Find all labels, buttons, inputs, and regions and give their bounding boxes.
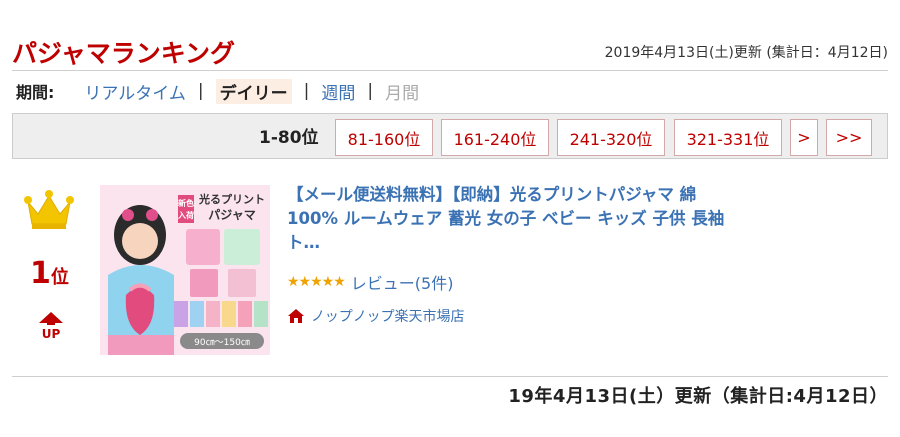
crown-icon <box>24 190 74 229</box>
star-rating-icon: ★★★★★ <box>287 274 346 290</box>
image-headline-1: 光るプリント <box>198 192 265 206</box>
image-badge-text-1: 新色 <box>178 198 194 208</box>
page-next-button[interactable]: > <box>790 119 818 156</box>
page-link-321-331[interactable]: 321-331位 <box>674 119 782 156</box>
shop-info: ノップノップ楽天市場店 <box>287 306 464 326</box>
footer-update-date: 19年4月13日(土）更新（集計日:4月12日） <box>508 386 888 407</box>
period-selector: 期間: リアルタイム | デイリー | 週間 | 月間 <box>16 78 420 104</box>
page-link-81-160[interactable]: 81-160位 <box>335 119 433 156</box>
image-headline-2: パジャマ <box>208 208 255 222</box>
rank-value: 1 <box>30 256 51 291</box>
page-link-241-320[interactable]: 241-320位 <box>557 119 665 156</box>
period-monthly-disabled: 月間 <box>385 83 420 104</box>
product-image[interactable]: 新色 入荷 光るプリント パジャマ 90㎝～150㎝ <box>100 185 270 355</box>
rank-trend: UP <box>36 310 66 341</box>
product-rating: ★★★★★ レビュー(5件) <box>287 270 453 294</box>
shop-name-link[interactable]: ノップノップ楽天市場店 <box>311 306 464 326</box>
rank-number: 1位 <box>30 256 69 291</box>
image-badge-text-2: 入荷 <box>177 210 194 220</box>
reviews-link[interactable]: レビュー(5件) <box>351 270 454 294</box>
pagination-current: 1-80位 <box>259 128 319 148</box>
update-date: 2019年4月13日(土)更新 (集計日：4月12日) <box>604 45 888 61</box>
shop-home-icon <box>288 309 304 323</box>
ranking-header: パジャマランキング 2019年4月13日(土)更新 (集計日：4月12日) <box>12 30 888 70</box>
product-photo: 新色 入荷 光るプリント パジャマ 90㎝～150㎝ <box>100 185 270 355</box>
period-daily-tab[interactable]: デイリー <box>215 78 292 104</box>
period-separator: | <box>303 81 310 101</box>
period-weekly-link[interactable]: 週間 <box>321 79 355 104</box>
pagination-bar: 1-80位 81-160位 161-240位 241-320位 321-331位… <box>12 113 888 159</box>
trend-label: UP <box>41 327 61 341</box>
product-title-link[interactable]: 【メール便送料無料】【即納】光るプリントパジャマ 綿100% ルームウェア 蓄光… <box>287 183 735 255</box>
period-label: 期間: <box>16 83 55 102</box>
header-divider <box>12 70 888 71</box>
period-separator: | <box>367 81 374 101</box>
page-link-161-240[interactable]: 161-240位 <box>441 119 549 156</box>
image-sizes-text: 90㎝～150㎝ <box>194 338 250 348</box>
up-arrow-icon <box>39 312 63 325</box>
page-title: パジャマランキング <box>12 39 236 68</box>
footer-divider <box>12 376 888 377</box>
rank-suffix: 位 <box>50 267 69 288</box>
page-last-button[interactable]: >> <box>826 119 872 156</box>
period-separator: | <box>197 81 204 101</box>
period-realtime-link[interactable]: リアルタイム <box>84 79 186 104</box>
